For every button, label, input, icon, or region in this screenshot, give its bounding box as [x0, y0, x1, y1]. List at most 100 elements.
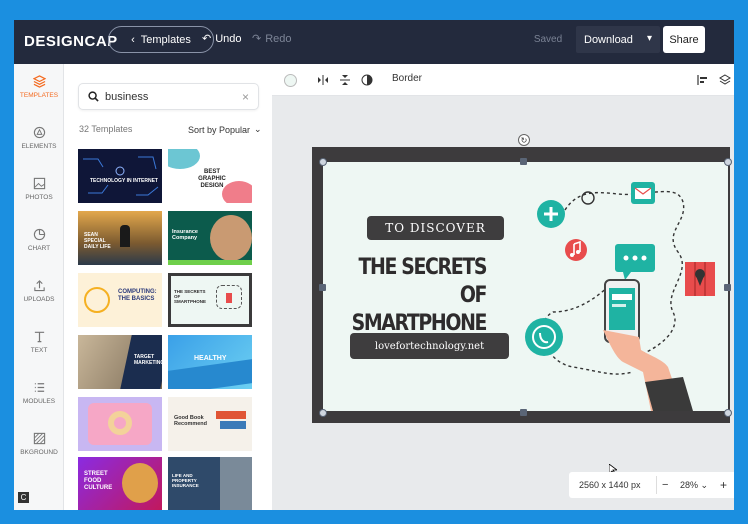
- thumbnail-title: SEAN SPECIAL DAILY LIFE: [84, 232, 111, 250]
- book-illustration: [220, 421, 246, 429]
- template-thumbnail-selected[interactable]: THE SECRETS OF SMARTPHONE: [168, 273, 252, 327]
- rail-item-background[interactable]: BKGROUND: [14, 425, 64, 471]
- template-thumbnail[interactable]: Good Book Recommend: [168, 397, 252, 451]
- template-thumbnail[interactable]: COMPUTING: THE BASICS: [78, 273, 162, 327]
- chevron-down-icon: ⌄: [254, 124, 262, 134]
- template-thumbnail[interactable]: [78, 397, 162, 451]
- template-thumbnail[interactable]: TECHNOLOGY IN INTERNET: [78, 149, 162, 203]
- pie-chart-icon: [33, 228, 45, 241]
- search-input[interactable]: business ×: [78, 83, 259, 110]
- rail-item-text[interactable]: TEXT: [14, 323, 64, 369]
- rail-item-chart[interactable]: CHART: [14, 221, 64, 267]
- chat-icon[interactable]: C: [18, 492, 29, 503]
- template-thumbnail[interactable]: TARGET MARKETING: [78, 335, 162, 389]
- phone-illustration: [226, 293, 232, 303]
- zoom-level-dropdown[interactable]: 28% ⌄: [680, 480, 708, 491]
- layers-button[interactable]: [718, 73, 732, 87]
- redo-button[interactable]: ↷ Redo: [252, 32, 292, 46]
- color-swatch-icon: [283, 73, 297, 87]
- resize-handle[interactable]: [319, 158, 327, 166]
- rail-item-label: ELEMENTS: [21, 143, 57, 150]
- rail-item-elements[interactable]: ELEMENTS: [14, 119, 64, 165]
- flip-vertical-button[interactable]: [338, 73, 352, 87]
- redo-label: Redo: [265, 32, 292, 45]
- thumbnail-title: THE SECRETS OF SMARTPHONE: [174, 289, 207, 305]
- border-button[interactable]: Border: [392, 73, 422, 84]
- text-icon: [34, 331, 44, 343]
- transparency-icon: [361, 74, 373, 86]
- sort-dropdown[interactable]: Sort by Popular ⌄: [188, 124, 262, 135]
- resize-handle[interactable]: [520, 158, 527, 165]
- edit-toolbar: Border: [272, 64, 734, 96]
- zoom-out-button[interactable]: −: [662, 479, 668, 491]
- thumbnail-title: Good Book Recommend: [174, 415, 208, 428]
- rail-item-modules[interactable]: MODULES: [14, 374, 64, 420]
- color-picker[interactable]: [283, 73, 297, 87]
- template-thumbnail[interactable]: SEAN SPECIAL DAILY LIFE: [78, 211, 162, 265]
- transparency-button[interactable]: [360, 73, 374, 87]
- rotate-handle-icon[interactable]: ↻: [518, 134, 530, 146]
- back-to-templates-button[interactable]: ‹ Templates: [108, 26, 214, 53]
- rail-item-label: BKGROUND: [20, 449, 58, 456]
- thumbnail-title: TECHNOLOGY IN INTERNET: [90, 178, 158, 184]
- thumbnail-title: STREET FOOD CULTURE: [84, 471, 113, 491]
- template-thumbnail[interactable]: BEST GRAPHIC DESIGN: [168, 149, 252, 203]
- circuit-pattern: [83, 156, 159, 196]
- rail-item-uploads[interactable]: UPLOADS: [14, 272, 64, 318]
- align-button[interactable]: [696, 73, 710, 87]
- zoom-status-bar: 2560 x 1440 px − 28% ⌄ +: [569, 472, 734, 498]
- shapes-icon: [33, 126, 45, 139]
- canvas-dimensions: 2560 x 1440 px: [579, 480, 641, 490]
- rail-item-label: TEMPLATES: [19, 92, 59, 99]
- redo-icon: ↷: [252, 33, 262, 45]
- layers-icon: [32, 75, 46, 88]
- resize-handle[interactable]: [724, 158, 732, 166]
- whatsapp-icon: [525, 318, 563, 356]
- thumbnail-title: LIFE AND PROPERTY INSURANCE: [172, 473, 199, 489]
- download-label: Download: [584, 33, 633, 46]
- headline-line-1: THE SECRETS OF: [358, 255, 487, 308]
- gear-icon: [84, 287, 110, 313]
- share-button[interactable]: Share: [663, 26, 705, 53]
- resize-handle[interactable]: [520, 409, 527, 416]
- rail-item-label: TEXT: [30, 347, 48, 354]
- search-value: business: [105, 90, 149, 103]
- undo-label: Undo: [215, 32, 242, 45]
- clear-search-icon[interactable]: ×: [242, 90, 249, 104]
- designcap-logo[interactable]: DESIGNCAP: [24, 33, 118, 50]
- download-button[interactable]: Download ▾: [576, 26, 660, 53]
- rail-item-photos[interactable]: PHOTOS: [14, 170, 64, 216]
- back-to-templates-label: Templates: [140, 33, 191, 46]
- canvas-area: TO DISCOVER THE SECRETS OF SMARTPHONE lo…: [272, 96, 734, 510]
- resize-handle[interactable]: [319, 284, 326, 291]
- flip-horizontal-button[interactable]: [316, 73, 330, 87]
- website-tag[interactable]: lovefortechnology.net: [350, 333, 509, 359]
- chevron-down-icon[interactable]: ▾: [647, 33, 652, 44]
- portrait-photo: [210, 215, 252, 261]
- template-thumbnail[interactable]: HEALTHY: [168, 335, 252, 389]
- rail-item-label: PHOTOS: [25, 194, 53, 201]
- chevron-left-icon: ‹: [131, 33, 135, 46]
- image-icon: [33, 177, 45, 190]
- design-canvas[interactable]: TO DISCOVER THE SECRETS OF SMARTPHONE lo…: [312, 134, 732, 423]
- resize-handle[interactable]: [724, 409, 732, 417]
- decor-shape: [168, 149, 200, 169]
- top-bar: DESIGNCAP ‹ Templates ↶ Undo ↷ Redo Save…: [14, 20, 734, 64]
- tagline-top[interactable]: TO DISCOVER: [367, 216, 504, 240]
- resize-handle[interactable]: [724, 284, 731, 291]
- rail-item-label: UPLOADS: [23, 296, 55, 303]
- template-thumbnail[interactable]: LIFE AND PROPERTY INSURANCE: [168, 457, 252, 510]
- flip-horizontal-icon: [318, 75, 328, 85]
- template-thumbnail[interactable]: STREET FOOD CULTURE: [78, 457, 162, 510]
- decor-shape: [168, 359, 252, 389]
- template-thumbnail[interactable]: Insurance Company: [168, 211, 252, 265]
- rail-item-templates[interactable]: TEMPLATES: [14, 68, 64, 114]
- resize-handle[interactable]: [319, 409, 327, 417]
- saved-status: Saved: [533, 34, 563, 45]
- upload-icon: [33, 280, 45, 292]
- headline[interactable]: THE SECRETS OF SMARTPHONE: [333, 254, 488, 338]
- zoom-in-button[interactable]: +: [720, 478, 727, 492]
- undo-button[interactable]: ↶ Undo: [202, 32, 242, 46]
- templates-panel: business × 32 Templates Sort by Popular …: [64, 64, 272, 510]
- rail-item-label: CHART: [27, 245, 51, 252]
